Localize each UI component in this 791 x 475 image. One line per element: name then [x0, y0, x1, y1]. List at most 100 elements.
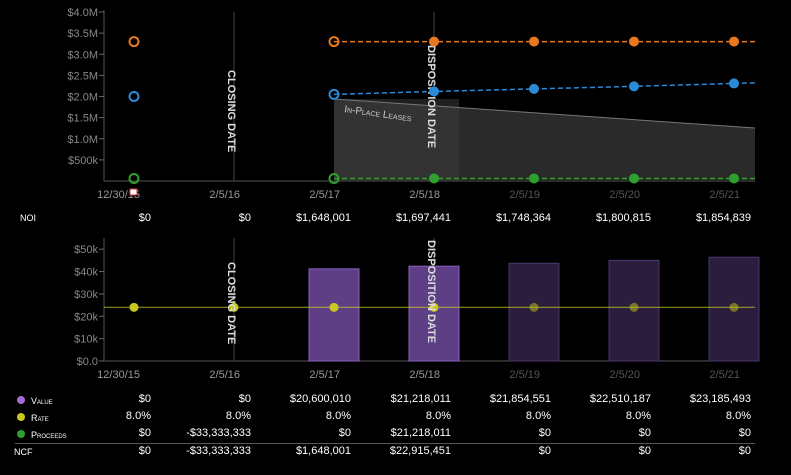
bottom-x-tick: 12/30/15	[97, 369, 140, 381]
ncf-label: NCF	[14, 447, 33, 457]
bottom-x-tick: 2/5/18	[409, 369, 440, 381]
top-data-point[interactable]	[429, 173, 439, 184]
proceeds-cell: -$33,333,333	[186, 427, 251, 439]
ncf-cell: $22,915,451	[389, 445, 451, 457]
top-y-tick: $500k	[68, 155, 98, 167]
ncf-cell: $0	[538, 445, 551, 457]
bottom-y-tick: $0.0	[77, 356, 98, 368]
ncf-cell: -$33,333,333	[186, 445, 251, 457]
closing-date-label: CLOSING DATE	[225, 70, 237, 152]
rate-cell: 8.0%	[125, 410, 151, 422]
bottom-y-tick: $50k	[74, 244, 98, 256]
top-x-tick: 2/5/16	[209, 189, 240, 201]
bottom-x-tick: 2/5/21	[709, 369, 740, 381]
bottom-x-tick: 2/5/20	[609, 369, 640, 381]
noi-label: NOI	[20, 213, 37, 223]
disposition-date-label: DISPOSITION DATE	[425, 45, 437, 148]
top-y-tick: $3.0M	[67, 49, 98, 61]
ncf-cell: $0	[138, 445, 151, 457]
rate-cell: 8.0%	[625, 410, 651, 422]
value-cell: $0	[138, 393, 151, 405]
noi-cell: $1,854,839	[695, 212, 751, 224]
rate-cell: 8.0%	[525, 410, 551, 422]
noi-cell: $1,748,364	[495, 212, 551, 224]
top-y-tick: $4.0M	[67, 7, 98, 19]
rate-point[interactable]	[329, 302, 339, 312]
top-data-point[interactable]	[529, 173, 539, 184]
top-data-point[interactable]	[729, 78, 739, 89]
closing-date-label-bottom: CLOSING DATE	[225, 262, 237, 344]
rate-point[interactable]	[629, 302, 639, 312]
noi-cell: $1,697,441	[395, 212, 451, 224]
top-chart: $4.0M $3.5M $3.0M $2.5M $2.0M $1.5M $1.0M $500k…	[67, 7, 756, 201]
top-data-point[interactable]	[629, 81, 639, 92]
bottom-y-tick: $40k	[74, 267, 98, 279]
top-x-tick: 2/5/17	[309, 189, 340, 201]
top-x-tick: 2/5/20	[609, 189, 640, 201]
bottom-x-tick: 2/5/19	[509, 369, 540, 381]
top-data-point[interactable]	[128, 172, 140, 184]
top-data-point[interactable]	[529, 83, 539, 94]
ncf-cell: $0	[638, 445, 651, 457]
top-y-tick: $2.5M	[67, 70, 98, 82]
rate-cell: 8.0%	[425, 410, 451, 422]
top-y-tick: $3.5M	[67, 28, 98, 40]
disposition-date-label-bottom: DISPOSITION DATE	[425, 240, 437, 343]
rate-cell: 8.0%	[225, 410, 251, 422]
bottom-y-tick: $10k	[74, 334, 98, 346]
top-data-point[interactable]	[128, 36, 140, 48]
value-cell: $20,600,010	[289, 393, 351, 405]
proceeds-cell: $0	[338, 427, 351, 439]
ncf-cell: $0	[738, 445, 751, 457]
rate-point[interactable]	[529, 302, 539, 312]
value-cell: $22,510,187	[589, 393, 651, 405]
closing-marker	[129, 188, 138, 196]
noi-cell: $1,800,815	[595, 212, 651, 224]
rate-point[interactable]	[729, 302, 739, 312]
top-x-tick: 2/5/21	[709, 189, 740, 201]
noi-cell: $0	[238, 212, 251, 224]
value-bar[interactable]	[508, 262, 560, 362]
proceeds-cell: $0	[138, 427, 151, 439]
rate-point[interactable]	[129, 302, 139, 312]
top-data-point[interactable]	[629, 36, 639, 47]
top-series-line	[333, 82, 756, 96]
top-y-tick: $2.0M	[67, 92, 98, 104]
table-divider	[15, 443, 755, 444]
value-cell: $23,185,493	[689, 393, 751, 405]
proceeds-cell: $0	[538, 427, 551, 439]
proceeds-cell: $0	[738, 427, 751, 439]
rate-cell: 8.0%	[725, 410, 751, 422]
value-cell: $21,218,011	[390, 393, 451, 405]
noi-cell: $1,648,001	[295, 212, 351, 224]
top-data-point[interactable]	[629, 173, 639, 184]
rate-label: Rate	[31, 413, 49, 423]
value-cell: $21,854,551	[489, 393, 551, 405]
top-x-tick: 2/5/19	[509, 189, 540, 201]
top-data-point[interactable]	[529, 36, 539, 47]
bottom-y-tick: $30k	[74, 289, 98, 301]
value-cell: $0	[238, 393, 251, 405]
top-data-point[interactable]	[429, 86, 439, 97]
rate-cell: 8.0%	[325, 410, 351, 422]
top-data-point[interactable]	[729, 36, 739, 47]
top-data-point[interactable]	[729, 173, 739, 184]
bottom-chart: $50k $40k $30k $20k $10k $0.0 CLOSING DATE DI…	[74, 238, 760, 381]
proceeds-cell: $21,218,011	[390, 427, 451, 439]
bottom-y-tick: $20k	[74, 311, 98, 323]
top-y-tick: $1.5M	[67, 113, 98, 125]
value-label: Value	[31, 396, 53, 406]
bottom-x-tick: 2/5/17	[309, 369, 340, 381]
top-data-point[interactable]	[429, 36, 439, 47]
noi-cell: $0	[138, 212, 151, 224]
bottom-x-tick: 2/5/16	[209, 369, 240, 381]
value-legend-dot	[17, 396, 25, 404]
top-y-tick: $1.0M	[67, 134, 98, 146]
ncf-cell: $1,648,001	[295, 445, 351, 457]
value-bar[interactable]	[308, 268, 360, 362]
top-data-point[interactable]	[128, 91, 140, 102]
rate-legend-dot	[17, 413, 25, 421]
proceeds-cell: $0	[638, 427, 651, 439]
top-x-tick: 2/5/18	[409, 189, 440, 201]
proceeds-legend-dot	[17, 430, 25, 438]
